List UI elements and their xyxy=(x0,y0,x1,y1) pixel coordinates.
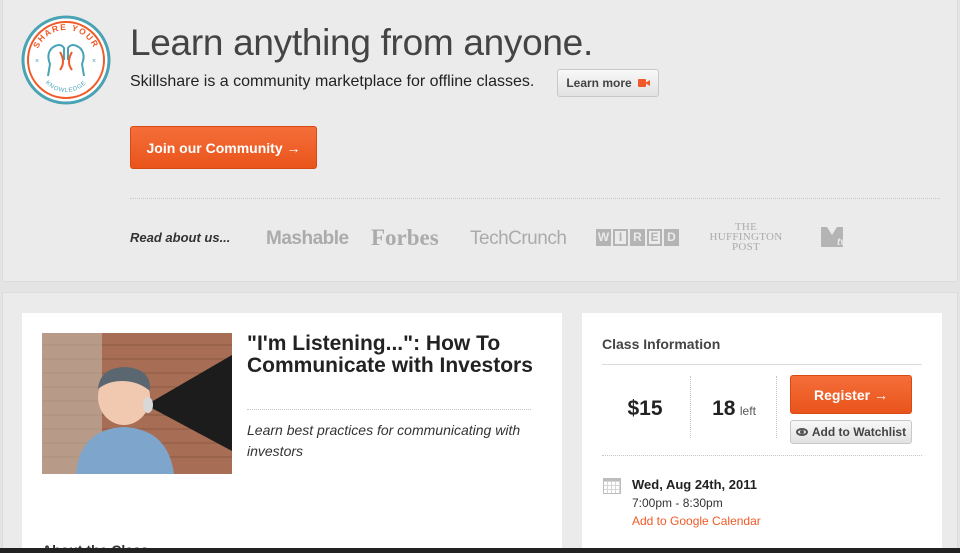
window-bottom-edge xyxy=(0,548,960,553)
mtv-logo[interactable]: tv xyxy=(820,226,856,248)
add-to-google-calendar-link[interactable]: Add to Google Calendar xyxy=(632,514,761,528)
svg-text:tv: tv xyxy=(837,237,847,248)
wired-logo[interactable]: WIRED xyxy=(596,229,679,246)
watchlist-label: Add to Watchlist xyxy=(811,425,907,439)
learn-more-button[interactable]: Learn more xyxy=(557,69,659,97)
learn-more-label: Learn more xyxy=(566,76,632,90)
press-divider xyxy=(130,198,940,199)
spots-left: 18 left xyxy=(692,397,776,421)
spots-count: 18 xyxy=(712,397,736,420)
class-date: Wed, Aug 24th, 2011 xyxy=(632,477,757,492)
techcrunch-logo[interactable]: TechCrunch xyxy=(470,228,567,250)
info-vertical-divider xyxy=(776,376,777,438)
mashable-logo[interactable]: Mashable xyxy=(266,228,349,250)
class-description: Learn best practices for communicating w… xyxy=(247,422,521,459)
eye-icon xyxy=(795,428,808,436)
svg-text:×: × xyxy=(35,58,39,65)
info-divider-top xyxy=(602,364,922,365)
add-to-watchlist-button[interactable]: Add to Watchlist xyxy=(790,420,912,444)
video-camera-icon xyxy=(637,79,650,87)
calendar-icon xyxy=(603,478,621,494)
class-time: 7:00pm - 8:30pm xyxy=(632,496,723,510)
tagline: Skillshare is a community marketplace fo… xyxy=(130,73,535,90)
forbes-logo[interactable]: Forbes xyxy=(371,225,439,251)
huffington-line-3: POST xyxy=(731,241,761,253)
read-about-label: Read about us... xyxy=(130,230,231,245)
class-photo[interactable] xyxy=(42,333,232,474)
class-info-heading: Class Information xyxy=(602,336,721,352)
title-divider xyxy=(247,409,531,410)
share-your-knowledge-logo[interactable]: SHARE YOUR KNOWLEDGE × × xyxy=(20,14,112,106)
class-price: $15 xyxy=(627,397,663,420)
join-community-button[interactable]: Join our Community → xyxy=(130,126,317,169)
register-button[interactable]: Register → xyxy=(790,375,912,414)
huffington-post-logo[interactable]: THE HUFFINGTON POST xyxy=(702,222,790,253)
page-headline: Learn anything from anyone. xyxy=(130,22,593,63)
svg-text:×: × xyxy=(92,58,96,65)
info-divider-mid xyxy=(602,455,922,456)
class-title[interactable]: "I'm Listening...": How To Communicate w… xyxy=(247,333,537,377)
spots-label: left xyxy=(739,404,756,418)
info-vertical-divider xyxy=(690,376,691,438)
